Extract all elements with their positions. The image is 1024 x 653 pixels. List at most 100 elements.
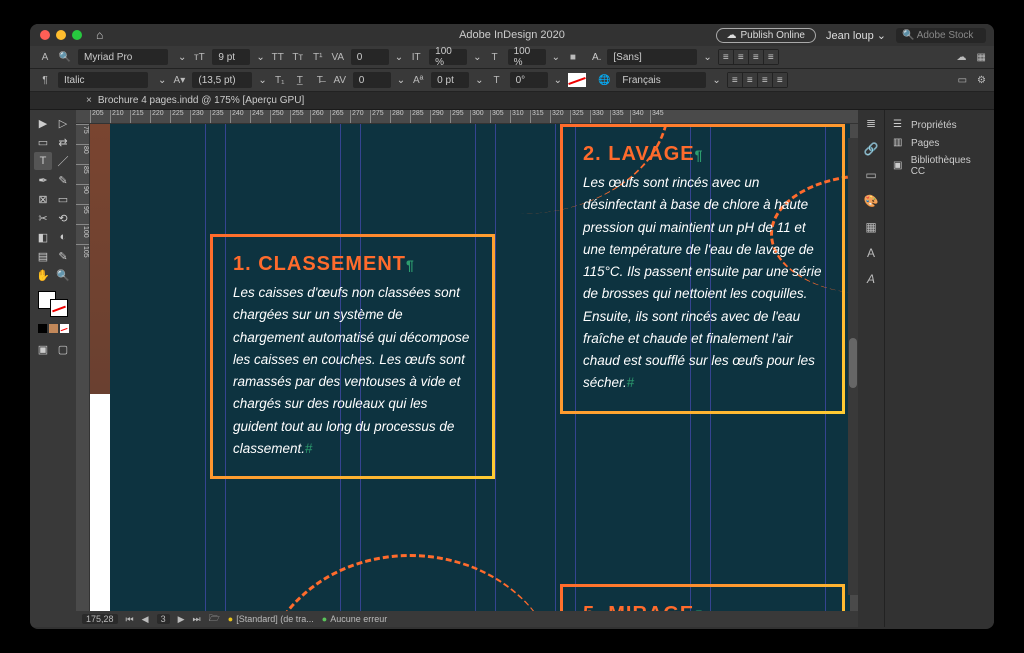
gradient-feather-tool[interactable]: ◐ [54,228,72,246]
language-field[interactable]: Français [616,72,706,88]
font-size-field[interactable]: 9 pt [212,49,250,65]
text-frame-classement[interactable]: 1. CLASSEMENT¶ Les caisses d'œufs non cl… [210,234,495,479]
gradient-swatch-tool[interactable]: ◧ [34,228,52,246]
search-icon[interactable]: 🔍 [58,50,72,64]
stock-search[interactable]: 🔍 Adobe Stock [896,28,986,43]
char-style-field[interactable]: [Sans] [607,49,697,65]
vertical-scrollbar[interactable] [848,138,858,595]
horizontal-ruler[interactable]: 2052102152202252302352402452502552602652… [76,110,858,124]
hscale-field[interactable]: 100 % [508,49,546,65]
panel-cc-libraries[interactable]: ▣Bibliothèques CC [891,152,988,180]
stroke-swatch-none[interactable] [568,73,586,87]
char-format-icon[interactable]: A [38,50,52,64]
view-mode-preview[interactable]: ▢ [54,340,72,358]
free-transform-tool[interactable]: ⟲ [54,209,72,227]
close-tab-icon[interactable]: × [86,95,92,106]
vertical-ruler[interactable]: 7580859095100105 [76,124,90,611]
kerning-icon: VA [331,50,345,64]
view-mode-normal[interactable]: ▣ [34,340,52,358]
allcaps-icon[interactable]: TT [271,50,285,64]
stroke-icon[interactable]: ▭ [865,168,876,182]
para-format-icon[interactable]: ¶ [38,73,52,87]
guide[interactable] [205,124,206,611]
align-left[interactable]: ≡ [719,50,733,64]
layers-icon[interactable]: ≣ [866,116,876,130]
scissors-tool[interactable]: ✂ [34,209,52,227]
pencil-tool[interactable]: ✎ [54,171,72,189]
page-nav-prev[interactable]: ◀ [142,614,149,625]
para-panel-icon[interactable]: A [867,272,875,286]
vscale-field[interactable]: 100 % [429,49,467,65]
text-frame-mirage[interactable]: 5. MIRAGE¶ [560,584,845,611]
document-tab[interactable]: × Brochure 4 pages.indd @ 175% [Aperçu G… [30,92,994,110]
smallcaps-icon[interactable]: Tᴛ [291,50,305,64]
cloud-sync-icon[interactable]: ☁ [957,52,967,63]
baseline-icon: Aª [411,73,425,87]
fill-icon[interactable]: ■ [566,50,580,64]
justify-left[interactable]: ≡ [728,73,742,87]
justify-full[interactable]: ≡ [773,73,787,87]
user-menu[interactable]: Jean loup ⌄ [826,29,886,42]
swatches-icon[interactable]: ▦ [865,220,876,234]
text-frame-lavage[interactable]: 2. LAVAGE¶ Les œufs sont rincés avec un … [560,124,845,414]
page-nav-next[interactable]: ▶ [178,614,185,625]
leading-field[interactable]: (13,5 pt) [192,72,252,88]
panel-pages[interactable]: ▥Pages [891,134,988,152]
color-icon[interactable]: 🎨 [864,194,879,208]
pen-tool[interactable]: ✒ [34,171,52,189]
publish-online-button[interactable]: ☁ Publish Online [716,28,816,43]
underline-icon[interactable]: T̲ [293,73,307,87]
strikethrough-icon[interactable]: T̶ [313,73,327,87]
preflight-profile[interactable]: [Standard] (de tra... [228,614,314,624]
baseline-field[interactable]: 0 pt [431,72,469,88]
rectangle-frame-tool[interactable]: ⊠ [34,190,52,208]
rectangle-tool[interactable]: ▭ [54,190,72,208]
bridge-icon[interactable]: ▦ [977,52,986,63]
subscript-icon[interactable]: T₁ [273,73,287,87]
zoom-tool[interactable]: 🔍 [54,266,72,284]
preflight-status[interactable]: Aucune erreur [322,614,387,624]
align-right[interactable]: ≡ [749,50,763,64]
page-nav-first[interactable]: ⏮ [126,614,134,625]
align-justify[interactable]: ≡ [764,50,778,64]
window-zoom[interactable] [72,30,82,40]
type-tool[interactable]: T [34,152,52,170]
open-icon[interactable]: 🗁 [209,611,220,627]
app-title: Adobe InDesign 2020 [459,29,565,41]
fill-stroke-swatch[interactable] [38,291,68,317]
document-page[interactable]: 1. CLASSEMENT¶ Les caisses d'œufs non cl… [110,124,850,611]
justify-right[interactable]: ≡ [758,73,772,87]
kerning-field[interactable]: 0 [351,49,389,65]
align-center[interactable]: ≡ [734,50,748,64]
line-tool[interactable]: ／ [54,152,72,170]
window-close[interactable] [40,30,50,40]
page-viewport[interactable]: 1. CLASSEMENT¶ Les caisses d'œufs non cl… [90,124,858,611]
apply-color-row[interactable] [38,324,69,333]
justify-center[interactable]: ≡ [743,73,757,87]
page-tool[interactable]: ▭ [34,133,52,151]
selection-tool[interactable]: ▶ [34,114,52,132]
window-minimize[interactable] [56,30,66,40]
char-panel-icon[interactable]: A [867,246,875,260]
page-nav-last[interactable]: ⏭ [193,614,201,625]
home-icon[interactable]: ⌂ [96,28,103,42]
page-field[interactable]: 3 [157,614,170,624]
font-family-field[interactable]: Myriad Pro [78,49,168,65]
vscale-icon: IT [409,50,423,64]
note-tool[interactable]: ▤ [34,247,52,265]
font-style-field[interactable]: Italic [58,72,148,88]
hand-tool[interactable]: ✋ [34,266,52,284]
superscript-icon[interactable]: T¹ [311,50,325,64]
settings-icon[interactable]: ⚙ [977,75,986,86]
leading-icon: A▾ [172,73,186,87]
card-title: 1. CLASSEMENT¶ [233,253,472,276]
screen-mode-icon[interactable]: ▭ [958,75,967,86]
tracking-field[interactable]: 0 [353,72,391,88]
skew-field[interactable]: 0° [510,72,548,88]
eyedropper-tool[interactable]: ✎ [54,247,72,265]
panel-properties[interactable]: ☰Propriétés [891,116,988,134]
links-icon[interactable]: 🔗 [864,142,879,156]
gap-tool[interactable]: ⇄ [54,133,72,151]
direct-selection-tool[interactable]: ▷ [54,114,72,132]
zoom-field[interactable]: 175,28 [82,614,118,624]
